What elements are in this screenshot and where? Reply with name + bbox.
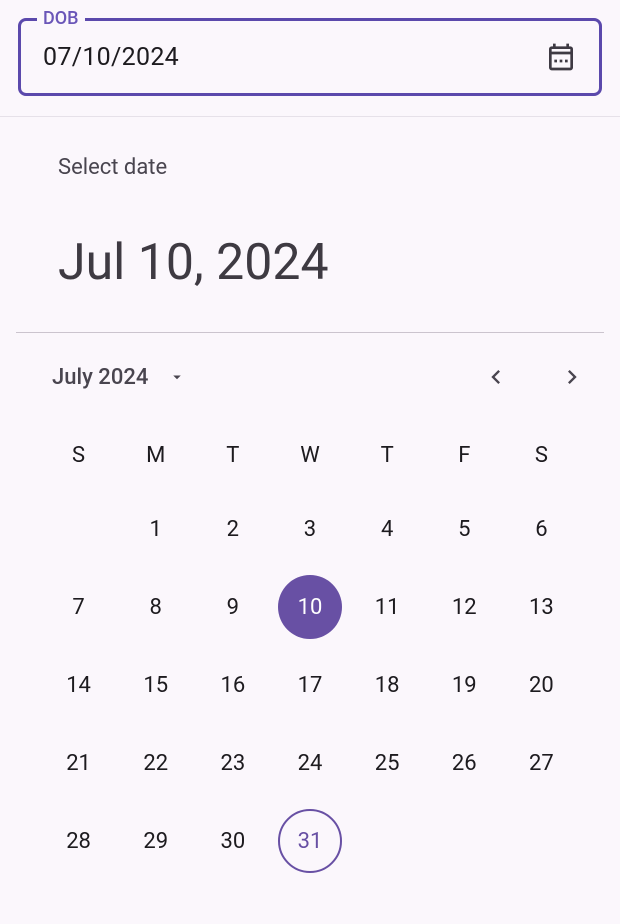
weekday-header: S	[503, 431, 580, 490]
month-year-selector[interactable]: July 2024	[52, 365, 186, 390]
calendar-icon[interactable]	[545, 41, 577, 73]
calendar-grid: SMTWTFS 12345678910111213141516171819202…	[0, 409, 620, 880]
dob-input-field[interactable]: DOB 07/10/2024	[18, 18, 602, 96]
day-cell[interactable]: 8	[117, 568, 194, 646]
day-cell[interactable]: 19	[426, 646, 503, 724]
prev-month-button[interactable]	[482, 363, 510, 391]
day-cell[interactable]: 2	[194, 490, 271, 568]
day-cell[interactable]: 7	[40, 568, 117, 646]
day-cell[interactable]: 13	[503, 568, 580, 646]
month-year-label: July 2024	[52, 365, 148, 390]
weekday-header: F	[426, 431, 503, 490]
select-date-label: Select date	[58, 155, 562, 180]
day-cell[interactable]: 1	[117, 490, 194, 568]
day-cell[interactable]: 30	[194, 802, 271, 880]
day-cell[interactable]: 10	[271, 568, 348, 646]
day-cell[interactable]: 16	[194, 646, 271, 724]
day-cell[interactable]: 31	[271, 802, 348, 880]
weekday-header: W	[271, 431, 348, 490]
day-cell[interactable]: 3	[271, 490, 348, 568]
weekday-header: M	[117, 431, 194, 490]
day-cell[interactable]: 11	[349, 568, 426, 646]
day-cell[interactable]: 28	[40, 802, 117, 880]
day-cell[interactable]: 26	[426, 724, 503, 802]
day-empty	[349, 802, 426, 880]
weekday-header: T	[194, 431, 271, 490]
day-cell[interactable]: 18	[349, 646, 426, 724]
day-empty	[426, 802, 503, 880]
day-empty	[40, 490, 117, 568]
day-cell[interactable]: 25	[349, 724, 426, 802]
day-cell[interactable]: 6	[503, 490, 580, 568]
day-cell[interactable]: 23	[194, 724, 271, 802]
day-cell[interactable]: 4	[349, 490, 426, 568]
dob-field-value: 07/10/2024	[43, 43, 179, 72]
day-cell[interactable]: 14	[40, 646, 117, 724]
day-cell[interactable]: 20	[503, 646, 580, 724]
day-cell[interactable]: 22	[117, 724, 194, 802]
chevron-down-icon	[168, 368, 186, 386]
day-empty	[503, 802, 580, 880]
day-cell[interactable]: 9	[194, 568, 271, 646]
selected-date-headline: Jul 10, 2024	[58, 234, 562, 292]
day-cell[interactable]: 5	[426, 490, 503, 568]
dob-field-label: DOB	[37, 8, 85, 29]
day-cell[interactable]: 21	[40, 724, 117, 802]
date-picker-panel: Select date Jul 10, 2024 July 2024 SMTWT…	[0, 116, 620, 880]
day-cell[interactable]: 27	[503, 724, 580, 802]
day-cell[interactable]: 17	[271, 646, 348, 724]
day-cell[interactable]: 29	[117, 802, 194, 880]
day-cell[interactable]: 12	[426, 568, 503, 646]
next-month-button[interactable]	[558, 363, 586, 391]
day-cell[interactable]: 24	[271, 724, 348, 802]
day-cell[interactable]: 15	[117, 646, 194, 724]
weekday-header: S	[40, 431, 117, 490]
weekday-header: T	[349, 431, 426, 490]
